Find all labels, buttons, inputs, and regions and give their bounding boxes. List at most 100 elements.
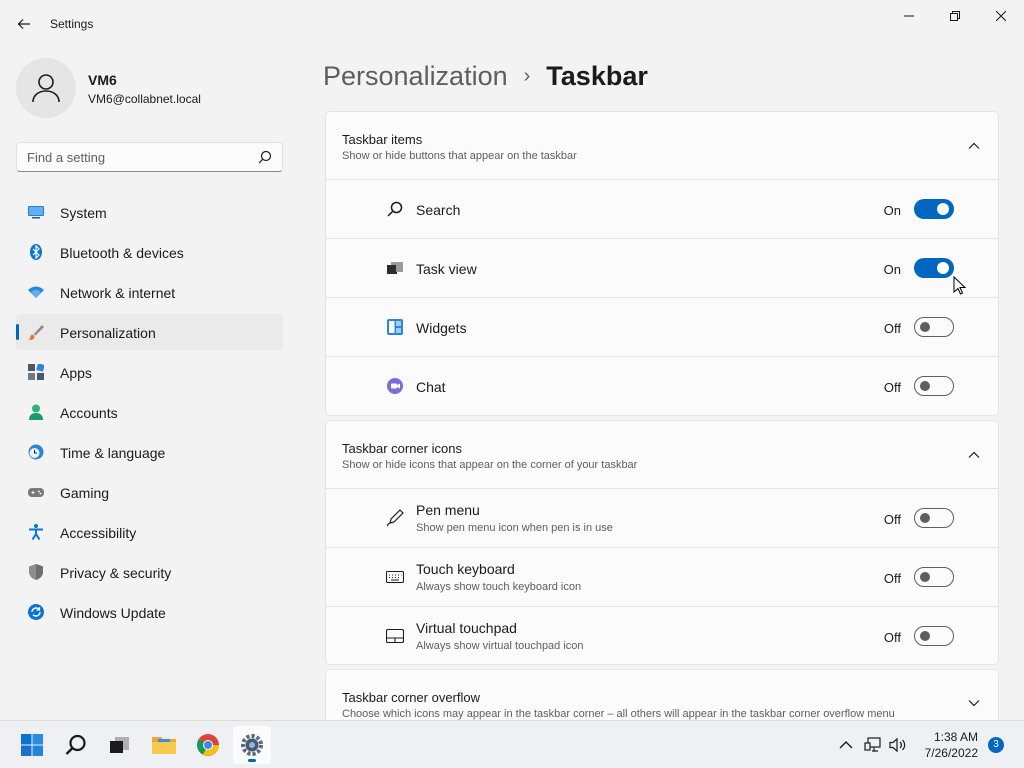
taskbar-task-view-button[interactable]	[101, 726, 139, 764]
show-hidden-icons-button[interactable]	[836, 735, 856, 755]
sidebar-item-label: Bluetooth & devices	[60, 245, 184, 261]
taskbar-search-button[interactable]	[57, 726, 95, 764]
toggle-knob	[937, 262, 949, 274]
card-title: Taskbar corner icons	[342, 441, 462, 456]
row-label: Chat	[416, 379, 446, 395]
search-icon	[258, 150, 272, 164]
chat-row: Chat Off	[326, 357, 998, 415]
task-view-toggle[interactable]	[914, 258, 954, 278]
sidebar-item-privacy[interactable]: Privacy & security	[16, 554, 283, 590]
taskbar-settings-button[interactable]	[233, 726, 271, 764]
maximize-button[interactable]	[932, 0, 978, 32]
sidebar-item-label: Personalization	[60, 325, 156, 341]
wifi-icon	[28, 286, 44, 298]
sidebar-item-gaming[interactable]: Gaming	[16, 474, 283, 510]
touch-keyboard-toggle[interactable]	[914, 567, 954, 587]
sidebar-item-label: Accounts	[60, 405, 118, 421]
virtual-touchpad-row: Virtual touchpad Always show virtual tou…	[326, 607, 998, 664]
folder-icon	[152, 737, 176, 754]
row-label: Search	[416, 202, 461, 218]
sidebar-item-label: Gaming	[60, 485, 110, 501]
network-wired-icon	[864, 737, 881, 752]
user-profile[interactable]: VM6 VM6@collabnet.local	[16, 58, 296, 118]
brush-icon	[28, 325, 44, 340]
keyboard-icon	[386, 570, 404, 584]
notification-badge[interactable]: 3	[988, 737, 1004, 753]
bluetooth-icon	[30, 244, 42, 260]
minimize-button[interactable]	[886, 0, 932, 32]
task-view-row: Task view On	[326, 239, 998, 298]
toggle-state: On	[883, 262, 901, 277]
back-button[interactable]	[10, 10, 38, 38]
sidebar-item-personalization[interactable]: Personalization	[16, 314, 283, 350]
taskbar-chrome-button[interactable]	[189, 726, 227, 764]
sidebar-item-accounts[interactable]: Accounts	[16, 394, 283, 430]
taskbar-corner-overflow-header[interactable]: Taskbar corner overflow Choose which ico…	[326, 670, 998, 720]
pen-menu-toggle[interactable]	[914, 508, 954, 528]
breadcrumb-parent[interactable]: Personalization	[323, 61, 508, 92]
row-label: Task view	[416, 261, 477, 277]
start-button[interactable]	[13, 726, 51, 764]
sidebar-item-label: Apps	[60, 365, 92, 381]
taskbar-items-card: Taskbar items Show or hide buttons that …	[325, 111, 999, 416]
windows-logo-icon	[21, 734, 43, 756]
sidebar-item-time-language[interactable]: Time & language	[16, 434, 283, 470]
user-email: VM6@collabnet.local	[88, 92, 201, 106]
sidebar-item-label: Accessibility	[60, 525, 137, 541]
sidebar-item-label: Windows Update	[60, 605, 166, 621]
person-icon	[32, 74, 60, 103]
accessibility-icon	[29, 524, 43, 540]
user-name: VM6	[88, 72, 117, 88]
sidebar-item-system[interactable]: System	[16, 194, 283, 230]
volume-tray-button[interactable]	[888, 735, 908, 755]
toggle-state: On	[883, 203, 901, 218]
card-title: Taskbar items	[342, 132, 423, 147]
search-input[interactable]: Find a setting	[16, 142, 283, 172]
card-subtitle: Choose which icons may appear in the tas…	[342, 708, 895, 720]
back-arrow-icon	[17, 19, 30, 29]
widgets-toggle[interactable]	[914, 317, 954, 337]
sidebar-item-windows-update[interactable]: Windows Update	[16, 594, 283, 630]
close-icon	[996, 11, 1006, 21]
chrome-icon	[197, 734, 219, 756]
taskbar-file-explorer-button[interactable]	[145, 726, 183, 764]
sidebar-item-apps[interactable]: Apps	[16, 354, 283, 390]
row-label: Widgets	[416, 320, 467, 336]
toggle-state: Off	[883, 380, 901, 395]
virtual-touchpad-toggle[interactable]	[914, 626, 954, 646]
mouse-cursor-icon	[953, 276, 967, 295]
chat-toggle[interactable]	[914, 376, 954, 396]
chevron-up-icon	[968, 451, 980, 458]
widgets-row: Widgets Off	[326, 298, 998, 357]
toggle-knob	[920, 322, 930, 332]
search-icon	[387, 201, 403, 217]
toggle-state: Off	[883, 512, 901, 527]
widgets-icon	[387, 319, 403, 335]
app-title: Settings	[50, 17, 94, 31]
toggle-knob	[920, 381, 930, 391]
network-tray-button[interactable]	[863, 735, 883, 755]
taskbar-items-header[interactable]: Taskbar items Show or hide buttons that …	[326, 112, 998, 180]
sidebar-nav: System Bluetooth & devices Network & int…	[16, 194, 283, 634]
sidebar-item-bluetooth[interactable]: Bluetooth & devices	[16, 234, 283, 270]
toggle-knob	[920, 572, 930, 582]
restore-icon	[950, 11, 960, 21]
apps-icon	[28, 364, 44, 380]
breadcrumb-separator: ›	[523, 64, 531, 87]
row-description: Show pen menu icon when pen is in use	[416, 522, 613, 534]
pen-icon	[387, 509, 404, 527]
sidebar-item-network[interactable]: Network & internet	[16, 274, 283, 310]
sidebar-item-accessibility[interactable]: Accessibility	[16, 514, 283, 550]
sidebar-item-label: Time & language	[60, 445, 166, 461]
toggle-state: Off	[883, 630, 901, 645]
close-button[interactable]	[978, 0, 1024, 32]
taskbar-corner-icons-header[interactable]: Taskbar corner icons Show or hide icons …	[326, 421, 998, 489]
search-toggle[interactable]	[914, 199, 954, 219]
toggle-knob	[937, 203, 949, 215]
row-label: Pen menu	[416, 502, 480, 518]
taskbar-corner-overflow-card[interactable]: Taskbar corner overflow Choose which ico…	[325, 669, 999, 720]
touch-keyboard-row: Touch keyboard Always show touch keyboar…	[326, 548, 998, 607]
taskbar-clock[interactable]: 1:38 AM 7/26/2022	[925, 729, 978, 761]
row-label: Touch keyboard	[416, 561, 515, 577]
speaker-icon	[889, 737, 906, 753]
